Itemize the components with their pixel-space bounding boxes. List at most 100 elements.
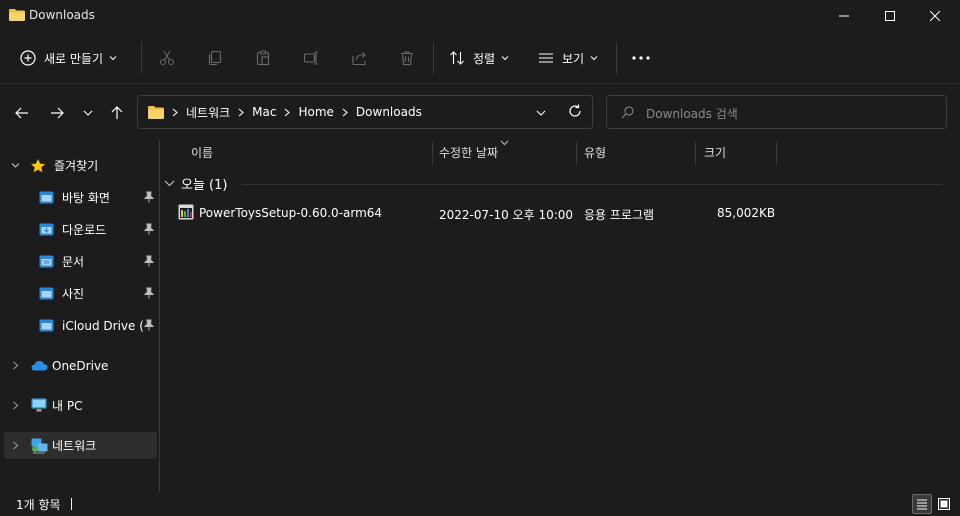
navigation-pane: 즐겨찾기 바탕 화면 다운로드 문서 사진 iCloud Drive (M On… xyxy=(0,140,160,492)
sidebar-item-network[interactable]: 네트워크 xyxy=(4,432,157,459)
chevron-right-icon xyxy=(284,108,291,117)
column-header-label: 이름 xyxy=(191,146,214,160)
add-circle-icon xyxy=(20,50,36,66)
sidebar-item-icloud-drive[interactable]: iCloud Drive (M xyxy=(4,312,157,339)
column-header-modified[interactable]: 수정한 날짜 xyxy=(439,140,498,165)
computer-icon xyxy=(31,398,47,412)
pin-icon xyxy=(144,287,154,299)
column-header-size[interactable]: 크기 xyxy=(704,140,726,165)
sidebar-item-label: 네트워크 xyxy=(52,439,97,453)
breadcrumb-item-network[interactable]: 네트워크 xyxy=(186,104,230,121)
tiles-view-button[interactable] xyxy=(934,494,954,514)
pin-icon xyxy=(144,223,154,235)
search-placeholder: Downloads 검색 xyxy=(646,107,738,121)
sidebar-item-quick-access[interactable]: 즐겨찾기 xyxy=(4,152,157,179)
title-bar: Downloads xyxy=(0,0,960,31)
minimize-icon xyxy=(839,15,849,16)
paste-button[interactable] xyxy=(253,48,273,68)
sidebar-item-onedrive[interactable]: OneDrive xyxy=(4,352,157,379)
item-count: 1개 항목 xyxy=(16,498,61,512)
folder-icon xyxy=(148,105,164,119)
chevron-down-icon xyxy=(109,56,117,61)
column-divider[interactable] xyxy=(776,142,777,165)
sidebar-item-desktop[interactable]: 바탕 화면 xyxy=(4,184,157,211)
close-icon xyxy=(930,10,940,21)
column-header-name[interactable]: 이름 xyxy=(191,140,213,165)
recent-locations-button[interactable] xyxy=(77,102,99,124)
toolbar-divider xyxy=(141,42,142,74)
maximize-icon xyxy=(885,10,895,21)
sidebar-item-label: 즐겨찾기 xyxy=(54,159,99,173)
navigation-bar: 네트워크 Mac Home Downloads Downloads 검색 xyxy=(0,85,960,140)
breadcrumb: 네트워크 Mac Home Downloads xyxy=(148,96,422,128)
view-list-icon xyxy=(539,53,553,63)
view-label: 보기 xyxy=(562,51,585,66)
group-label: 오늘 (1) xyxy=(181,177,228,193)
maximize-button[interactable] xyxy=(867,0,913,31)
tiles-view-icon xyxy=(938,498,950,510)
back-button[interactable] xyxy=(11,102,33,124)
command-bar: 새로 만들기 정렬 보기 xyxy=(0,31,960,84)
forward-button[interactable] xyxy=(46,102,68,124)
status-divider xyxy=(71,498,72,510)
sidebar-item-label: iCloud Drive (M xyxy=(62,318,145,333)
file-modified: 2022-07-10 오후 10:00 xyxy=(439,208,574,222)
sort-icon xyxy=(450,51,464,65)
share-button[interactable] xyxy=(349,48,369,68)
sort-descending-icon xyxy=(500,140,509,146)
chevron-down-icon xyxy=(83,110,93,116)
up-button[interactable] xyxy=(106,102,128,124)
cut-icon xyxy=(159,50,175,66)
share-icon xyxy=(352,52,366,66)
close-button[interactable] xyxy=(912,0,958,31)
details-view-button[interactable] xyxy=(912,494,932,514)
minimize-button[interactable] xyxy=(821,0,867,31)
search-box[interactable]: Downloads 검색 xyxy=(606,95,947,129)
pin-icon xyxy=(144,319,154,331)
network-icon xyxy=(31,438,48,453)
column-header-label: 수정한 날짜 xyxy=(439,146,499,160)
breadcrumb-item-mac[interactable]: Mac xyxy=(252,105,276,119)
cut-button[interactable] xyxy=(157,48,177,68)
sidebar-item-pictures[interactable]: 사진 xyxy=(4,280,157,307)
sidebar-item-documents[interactable]: 문서 xyxy=(4,248,157,275)
column-divider[interactable] xyxy=(432,142,433,165)
address-history-button[interactable] xyxy=(536,106,546,120)
star-icon xyxy=(31,158,45,172)
documents-folder-icon xyxy=(39,255,54,268)
new-button[interactable]: 새로 만들기 xyxy=(20,40,117,76)
copy-button[interactable] xyxy=(205,48,225,68)
rename-button[interactable] xyxy=(301,48,321,68)
chevron-right-icon xyxy=(13,441,19,450)
sidebar-item-label: 내 PC xyxy=(52,399,83,413)
chevron-down-icon xyxy=(164,180,175,186)
column-divider[interactable] xyxy=(576,142,577,165)
window-title: Downloads xyxy=(29,8,95,22)
sidebar-item-this-pc[interactable]: 내 PC xyxy=(4,392,157,419)
address-bar[interactable]: 네트워크 Mac Home Downloads xyxy=(137,95,593,129)
toolbar-divider xyxy=(616,42,617,74)
chevron-right-icon xyxy=(13,401,19,410)
more-options-button[interactable] xyxy=(631,48,651,68)
paste-icon xyxy=(256,50,270,66)
chevron-right-icon xyxy=(342,108,348,117)
arrow-up-icon xyxy=(111,106,123,119)
delete-button[interactable] xyxy=(397,48,417,68)
column-header-label: 크기 xyxy=(704,146,727,160)
view-button[interactable]: 보기 xyxy=(538,40,598,76)
rename-icon xyxy=(303,51,318,65)
breadcrumb-item-home[interactable]: Home xyxy=(298,105,333,119)
sidebar-item-downloads[interactable]: 다운로드 xyxy=(4,216,157,243)
refresh-button[interactable] xyxy=(568,104,582,121)
refresh-icon xyxy=(569,104,581,117)
status-bar: 1개 항목 xyxy=(0,492,960,516)
desktop-folder-icon xyxy=(39,191,54,204)
breadcrumb-item-downloads[interactable]: Downloads xyxy=(356,105,422,119)
file-row[interactable]: PowerToysSetup-0.60.0-arm64 2022-07-10 오… xyxy=(174,200,779,226)
sort-button[interactable]: 정렬 xyxy=(449,40,509,76)
group-header-today[interactable]: 오늘 (1) xyxy=(164,173,227,193)
column-header-type[interactable]: 유형 xyxy=(584,140,606,165)
chevron-down-icon xyxy=(501,56,509,61)
sidebar-item-label: 문서 xyxy=(62,255,85,269)
column-divider[interactable] xyxy=(695,142,696,165)
